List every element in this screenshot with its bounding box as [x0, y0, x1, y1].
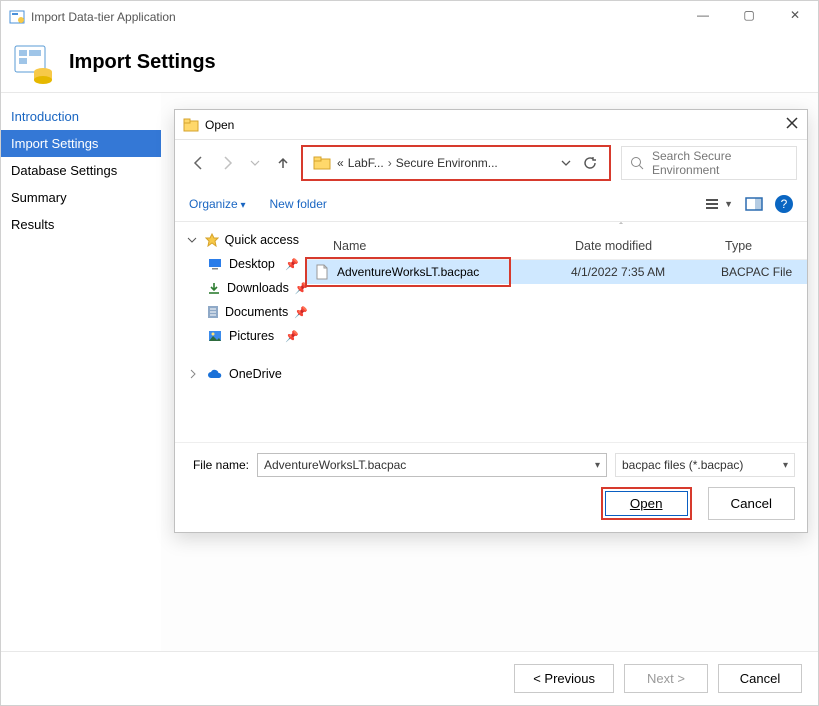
filetype-select[interactable]: bacpac files (*.bacpac) ▾ — [615, 453, 795, 477]
filename-value: AdventureWorksLT.bacpac — [264, 458, 595, 472]
chevron-right-icon — [185, 366, 201, 382]
open-file-dialog: Open « LabF... — [174, 109, 808, 533]
downloads-icon — [207, 280, 221, 296]
tree-label: Quick access — [225, 233, 299, 247]
highlight-box: Open — [601, 487, 692, 520]
column-header-date[interactable]: Date modified — [575, 239, 725, 253]
sidebar-item-results[interactable]: Results — [1, 211, 161, 238]
nav-up-button[interactable] — [269, 149, 297, 177]
wizard-sidebar: Introduction Import Settings Database Se… — [1, 93, 161, 651]
filename-input[interactable]: AdventureWorksLT.bacpac ▾ — [257, 453, 607, 477]
column-header-type[interactable]: Type — [725, 239, 797, 253]
search-icon — [630, 156, 644, 170]
app-window: Import Data-tier Application — ▢ ✕ Impor… — [0, 0, 819, 706]
help-icon[interactable]: ? — [775, 195, 793, 213]
pin-icon: 📌 — [285, 330, 299, 343]
cloud-icon — [207, 366, 223, 382]
sidebar-item-introduction[interactable]: Introduction — [1, 103, 161, 130]
sort-indicator-icon: ˆ — [435, 222, 807, 233]
tree-pictures[interactable]: Pictures 📌 — [185, 324, 299, 348]
file-list: ˆ Name Date modified Type AdventureWorks… — [305, 222, 807, 442]
minimize-button[interactable]: — — [680, 1, 726, 29]
filename-label: File name: — [187, 458, 249, 472]
tree-label: Documents — [225, 305, 288, 319]
maximize-button[interactable]: ▢ — [726, 1, 772, 29]
folder-icon — [183, 117, 199, 133]
refresh-icon[interactable] — [577, 156, 603, 170]
sidebar-item-import-settings[interactable]: Import Settings — [1, 130, 161, 157]
file-name: AdventureWorksLT.bacpac — [337, 265, 571, 279]
open-button[interactable]: Open — [605, 491, 688, 516]
file-date: 4/1/2022 7:35 AM — [571, 265, 721, 279]
search-input[interactable]: Search Secure Environment — [621, 146, 797, 180]
tree-label: Downloads — [227, 281, 289, 295]
nav-recent-dropdown[interactable] — [241, 149, 269, 177]
file-type: BACPAC File — [721, 265, 792, 279]
cancel-button[interactable]: Cancel — [718, 664, 802, 693]
tree-documents[interactable]: Documents 📌 — [185, 300, 299, 324]
column-header-name[interactable]: Name — [315, 239, 575, 253]
window-title: Import Data-tier Application — [31, 10, 176, 24]
star-icon — [205, 232, 219, 248]
breadcrumb-sep-icon: › — [388, 156, 392, 170]
wizard-header: Import Settings — [1, 33, 818, 93]
tree-desktop[interactable]: Desktop 📌 — [185, 252, 299, 276]
chevron-down-icon[interactable]: ▾ — [595, 460, 600, 471]
open-dialog-close-icon[interactable] — [785, 116, 799, 130]
breadcrumb-seg2[interactable]: Secure Environm... — [396, 156, 498, 170]
view-options-button[interactable]: ▼ — [705, 197, 733, 211]
tree-onedrive[interactable]: OneDrive — [185, 362, 299, 386]
previous-button[interactable]: < Previous — [514, 664, 614, 693]
window-controls: — ▢ ✕ — [680, 1, 818, 29]
file-icon — [315, 264, 331, 280]
file-row[interactable]: AdventureWorksLT.bacpac 4/1/2022 7:35 AM… — [305, 260, 807, 284]
wizard-header-title: Import Settings — [69, 51, 216, 74]
wizard-footer: < Previous Next > Cancel — [1, 651, 818, 705]
chevron-down-icon — [185, 232, 199, 248]
open-dialog-toolbar: Organize New folder ▼ ? — [175, 186, 807, 222]
tree-label: Pictures — [229, 329, 274, 343]
tree-label: OneDrive — [229, 367, 282, 381]
pin-icon: 📌 — [285, 258, 299, 271]
app-icon — [9, 9, 25, 25]
open-dialog-bottom: File name: AdventureWorksLT.bacpac ▾ bac… — [175, 442, 807, 530]
close-button[interactable]: ✕ — [772, 1, 818, 29]
wizard-header-icon — [13, 42, 55, 84]
folder-icon — [313, 155, 331, 171]
next-button[interactable]: Next > — [624, 664, 708, 693]
preview-pane-button[interactable] — [745, 197, 763, 211]
breadcrumb-dropdown-icon[interactable] — [555, 158, 577, 168]
nav-back-button[interactable] — [185, 149, 213, 177]
open-dialog-body: Quick access Desktop 📌 Downloads 📌 Docum… — [175, 222, 807, 442]
search-placeholder: Search Secure Environment — [652, 149, 788, 177]
tree-quick-access[interactable]: Quick access — [185, 228, 299, 252]
column-headers: Name Date modified Type — [305, 233, 807, 260]
nav-tree: Quick access Desktop 📌 Downloads 📌 Docum… — [175, 222, 305, 442]
tree-downloads[interactable]: Downloads 📌 — [185, 276, 299, 300]
open-dialog-nav: « LabF... › Secure Environm... Search Se… — [175, 140, 807, 186]
open-dialog-titlebar: Open — [175, 110, 807, 140]
address-bar[interactable]: « LabF... › Secure Environm... — [301, 145, 611, 181]
nav-forward-button[interactable] — [213, 149, 241, 177]
sidebar-item-summary[interactable]: Summary — [1, 184, 161, 211]
open-dialog-cancel-button[interactable]: Cancel — [708, 487, 796, 520]
open-dialog-title: Open — [205, 118, 234, 132]
organize-button[interactable]: Organize — [189, 197, 246, 211]
chevron-down-icon: ▾ — [783, 460, 788, 471]
breadcrumb-seg1[interactable]: LabF... — [348, 156, 384, 170]
filetype-value: bacpac files (*.bacpac) — [622, 458, 743, 472]
pictures-icon — [207, 328, 223, 344]
tree-label: Desktop — [229, 257, 275, 271]
documents-icon — [207, 304, 219, 320]
desktop-icon — [207, 256, 223, 272]
new-folder-button[interactable]: New folder — [270, 197, 327, 211]
breadcrumb-prefix: « — [337, 156, 344, 170]
sidebar-item-database-settings[interactable]: Database Settings — [1, 157, 161, 184]
